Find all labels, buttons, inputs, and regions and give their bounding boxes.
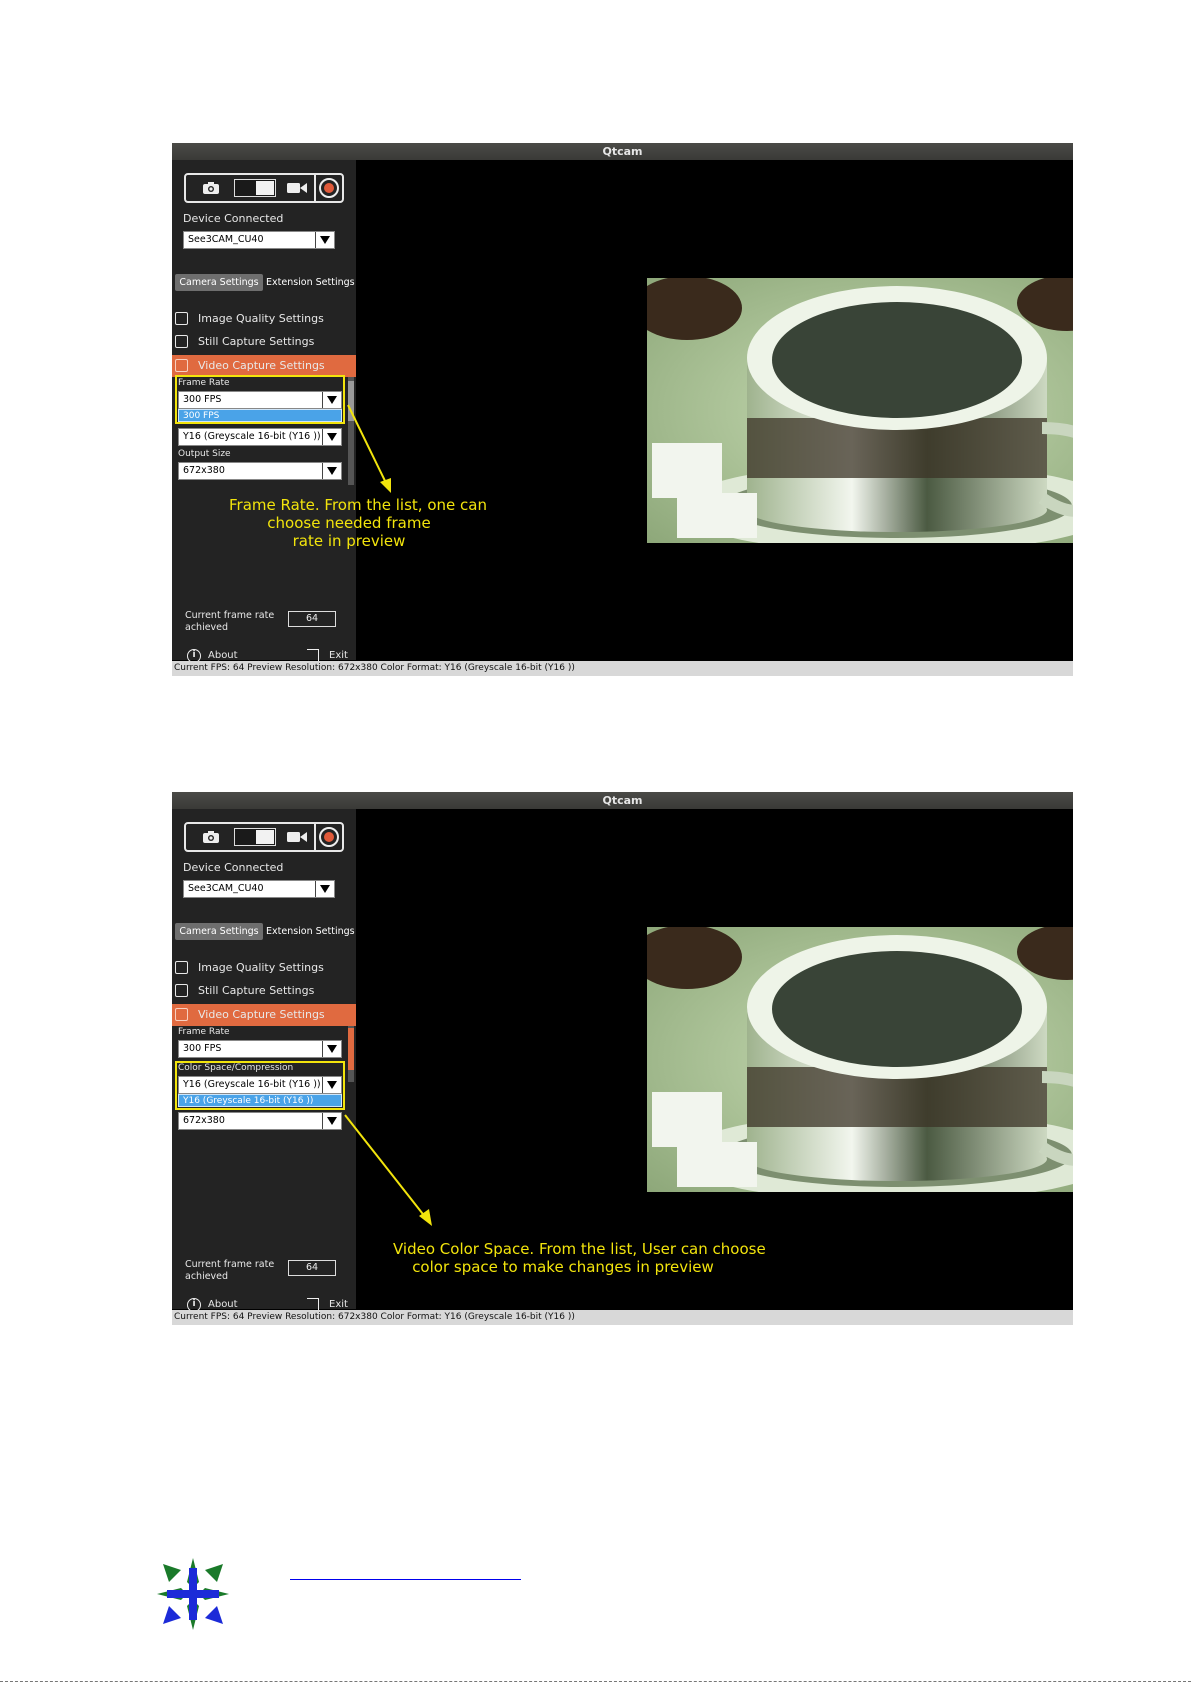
menu-label: Video Capture Settings xyxy=(198,1008,325,1021)
camera-icon[interactable] xyxy=(202,830,220,844)
footer-link-underline[interactable] xyxy=(290,1579,521,1580)
annotation-color-space: Video Color Space. From the list, User c… xyxy=(393,1240,766,1276)
menu-label: Image Quality Settings xyxy=(198,961,324,974)
annotation-arrow-1 xyxy=(347,404,391,493)
dropdown-arrow-icon[interactable] xyxy=(315,881,334,897)
record-icon[interactable] xyxy=(319,827,339,847)
window-title: Qtcam xyxy=(172,792,1073,809)
toggle-knob xyxy=(256,830,274,844)
frame-rate-label: Frame Rate xyxy=(178,1027,230,1037)
current-frame-rate-label-2: achieved xyxy=(185,1271,229,1282)
device-connected-label: Device Connected xyxy=(183,861,284,874)
menu-still-capture-settings[interactable]: Still Capture Settings xyxy=(172,980,356,1002)
tab-extension-settings[interactable]: Extension Settings xyxy=(266,923,355,940)
annotation-frame-rate: Frame Rate. From the list, one can choos… xyxy=(229,496,487,550)
separator xyxy=(314,824,316,850)
current-frame-rate-value: 64 xyxy=(288,1260,336,1276)
still-capture-icon xyxy=(175,984,188,997)
annotation-line: choose needed frame xyxy=(267,514,431,532)
menu-video-capture-settings[interactable]: Video Capture Settings xyxy=(172,1004,356,1026)
about-link[interactable]: About xyxy=(208,1299,238,1310)
company-logo xyxy=(157,1558,229,1630)
menu-image-quality-settings[interactable]: Image Quality Settings xyxy=(172,957,356,979)
video-capture-icon xyxy=(175,1008,188,1021)
capture-mode-switch[interactable] xyxy=(184,822,344,852)
annotation-arrow-2 xyxy=(344,1114,432,1226)
page-footer-rule xyxy=(0,1681,1191,1683)
status-bar: Current FPS: 64 Preview Resolution: 672x… xyxy=(172,1310,1073,1325)
image-quality-icon xyxy=(175,961,188,974)
device-select[interactable]: See3CAM_CU40 xyxy=(183,880,335,898)
annotation-line: Frame Rate. From the list, one can xyxy=(229,496,487,514)
device-select-value: See3CAM_CU40 xyxy=(188,883,264,894)
exit-button[interactable]: Exit xyxy=(329,1299,348,1310)
current-frame-rate-label: Current frame rate xyxy=(185,1259,275,1270)
annotation-line: Video Color Space. From the list, User c… xyxy=(393,1240,766,1258)
annotation-line: color space to make changes in preview xyxy=(412,1258,714,1276)
mode-toggle[interactable] xyxy=(234,828,276,846)
video-camera-icon[interactable] xyxy=(286,830,308,844)
tab-camera-settings[interactable]: Camera Settings xyxy=(175,923,263,940)
menu-label: Still Capture Settings xyxy=(198,984,315,997)
annotation-line: rate in preview xyxy=(292,532,406,550)
